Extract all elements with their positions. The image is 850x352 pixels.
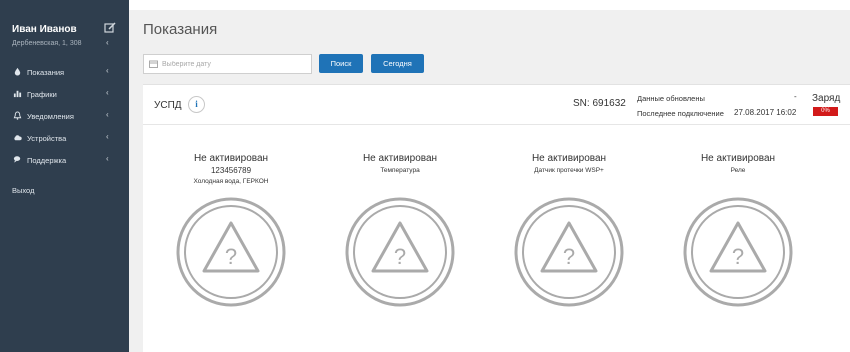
calendar-icon [149,60,158,68]
sensor-card[interactable]: Не активирован Реле ? [668,153,808,343]
sidebar-item-label: Устройства [27,134,67,143]
chevron-left-icon: ‹ [106,88,109,97]
sidebar-item-devices[interactable]: Устройства ‹ [0,130,129,148]
user-address: Дербеневская, 1, 308 [12,40,82,47]
warning-icon: ? [514,197,624,307]
logout-link[interactable]: Выход [12,186,34,195]
sidebar-item-support[interactable]: Поддержка ‹ [0,152,129,170]
chevron-left-icon: ‹ [106,132,109,141]
sidebar-item-label: Уведомления [27,112,74,121]
sensor-type: Температура [380,167,420,174]
device-panel: УСПД i SN: 691632 Данные обновлены - Пос… [143,84,850,352]
last-connection-label: Последнее подключение [637,109,724,118]
sensor-card[interactable]: Не активирован 123456789 Холодная вода, … [161,153,301,343]
sidebar-item-notifications[interactable]: Уведомления ‹ [0,108,129,126]
device-name: УСПД [154,100,182,111]
warning-icon: ? [176,197,286,307]
sensor-status: Не активирован [531,153,607,164]
page-title: Показания [143,21,218,38]
sidebar-item-label: Графики [27,90,57,99]
svg-text:?: ? [394,244,406,269]
chat-icon [13,156,21,163]
chevron-left-icon: ‹ [106,110,109,119]
date-field[interactable] [143,54,312,74]
today-button[interactable]: Сегодня [371,54,424,73]
sidebar-item-readings[interactable]: Показания ‹ [0,64,129,82]
sensor-type: Датчик протечки WSP+ [534,167,604,174]
charge-label: Заряд [812,93,841,104]
sensor-status: Не активирован [700,153,776,164]
bar-chart-icon [13,90,22,98]
data-updated-label: Данные обновлены [637,94,705,103]
sensor-status: Не активирован [362,153,438,164]
warning-icon: ? [345,197,455,307]
warning-icon: ? [683,197,793,307]
cloud-icon [14,135,22,141]
svg-text:?: ? [225,244,237,269]
sensor-type: Холодная вода, ГЕРКОН [193,178,269,185]
last-connection-value: 27.08.2017 16:02 [734,108,797,117]
edit-icon[interactable] [104,22,116,34]
sensor-serial: 123456789 [210,166,252,175]
sidebar-item-charts[interactable]: Графики ‹ [0,86,129,104]
data-updated-value: - [794,92,797,101]
drop-icon [14,67,21,76]
sidebar-item-label: Поддержка [27,156,67,165]
bell-icon [13,111,22,120]
top-bar [129,0,850,10]
sensor-status: Не активирован [193,153,269,164]
user-name: Иван Иванов [12,24,77,35]
sensor-type: Реле [730,167,746,174]
device-header: УСПД i SN: 691632 Данные обновлены - Пос… [143,85,850,125]
main-content: Показания Поиск Сегодня УСПД i SN: 69163… [129,0,850,352]
search-button[interactable]: Поиск [319,54,363,73]
sidebar: Иван Иванов Дербеневская, 1, 308 ‹ Показ… [0,0,129,352]
charge-badge: 0% [813,107,838,116]
info-button[interactable]: i [188,96,205,113]
chevron-left-icon: ‹ [106,154,109,163]
sidebar-item-label: Показания [27,68,65,77]
sensor-card[interactable]: Не активирован Температура ? [330,153,470,343]
date-input[interactable] [162,57,308,71]
svg-text:?: ? [563,244,575,269]
svg-text:?: ? [732,244,744,269]
info-icon: i [195,99,198,109]
chevron-left-icon[interactable]: ‹ [106,38,109,47]
sensor-card[interactable]: Не активирован Датчик протечки WSP+ ? [499,153,639,343]
serial-number: SN: 691632 [573,98,626,109]
chevron-left-icon: ‹ [106,66,109,75]
